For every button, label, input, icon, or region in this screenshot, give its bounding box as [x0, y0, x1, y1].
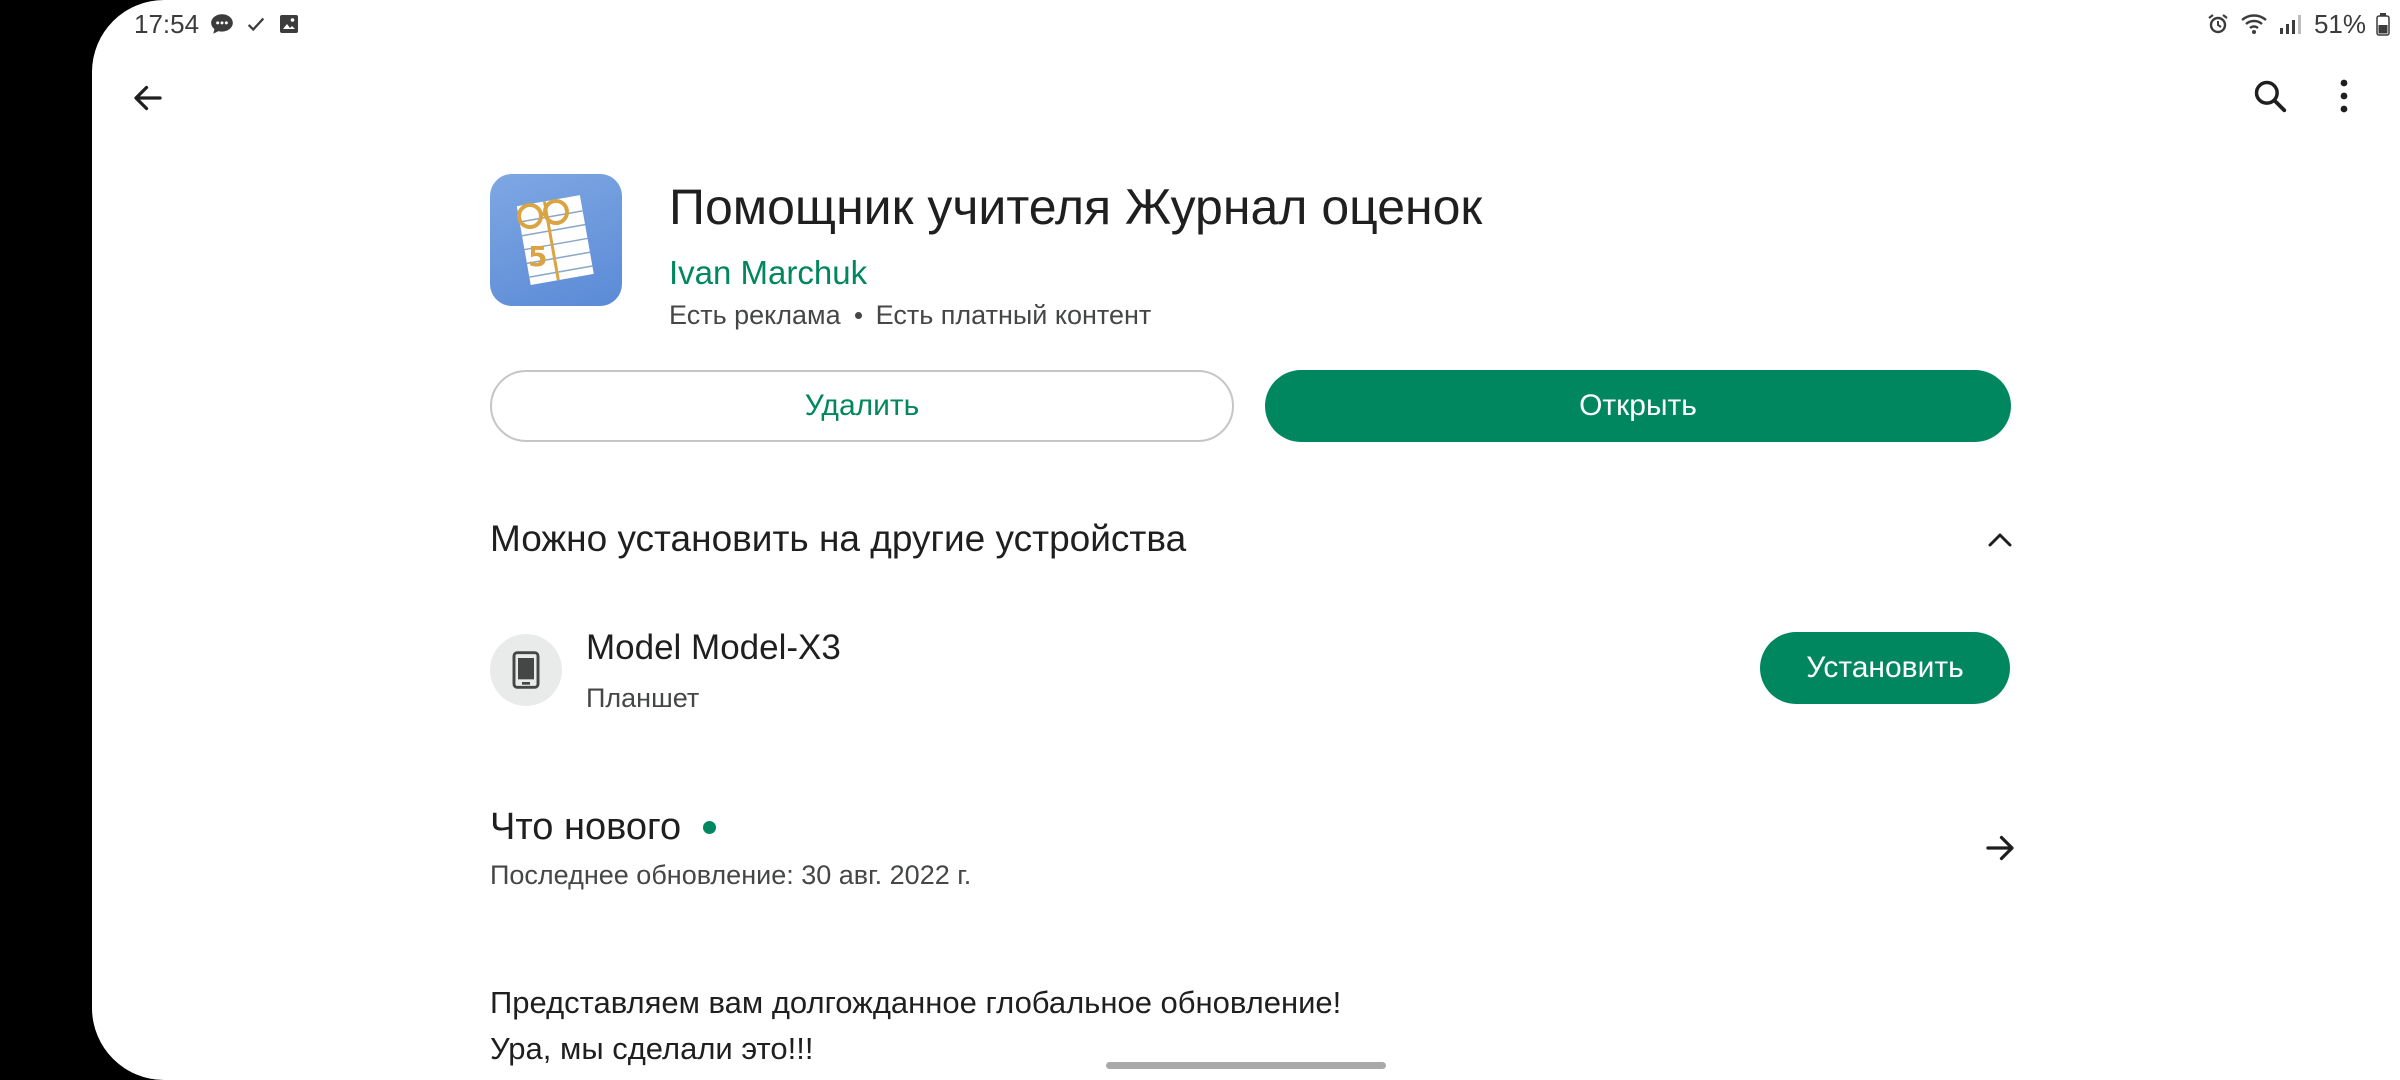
status-time: 17:54 [134, 8, 200, 39]
chat-icon [209, 11, 235, 37]
search-icon [2254, 80, 2287, 113]
back-button[interactable] [120, 70, 176, 126]
arrow-forward-icon [1986, 835, 2014, 861]
other-devices-title: Можно установить на другие устройства [490, 518, 1187, 559]
chevron-up-icon [1988, 533, 2012, 547]
release-notes-line: Представляем вам долгожданное глобальное… [490, 985, 1342, 1020]
navigation-handle[interactable] [1106, 1062, 1386, 1069]
device-type: Планшет [586, 683, 700, 713]
status-bar-right: 51% [2206, 8, 2390, 40]
app-meta: Есть реклама Есть платный контент [669, 300, 1151, 331]
app-title: Помощник учителя Журнал оценок [669, 179, 1483, 235]
gallery-icon [277, 12, 301, 36]
app-icon-grade: 5 [528, 240, 547, 273]
app-screen: 17:54 51% 5 Помощник учителя Журнал оцен… [92, 0, 2400, 1080]
developer-link[interactable]: Ivan Marchuk [669, 254, 867, 292]
whats-new-header[interactable]: Что нового [490, 806, 717, 849]
battery-percent: 51% [2313, 8, 2366, 39]
new-indicator-dot [703, 821, 717, 834]
whats-new-title: Что нового [490, 806, 682, 848]
paid-content-label: Есть платный контент [875, 300, 1152, 330]
device-name: Model Model-X3 [586, 628, 841, 667]
back-arrow-icon [134, 85, 162, 111]
ads-label: Есть реклама [669, 300, 841, 330]
device-avatar [490, 634, 562, 706]
check-icon [245, 13, 267, 35]
uninstall-button[interactable]: Удалить [490, 370, 1234, 442]
status-bar-left: 17:54 [134, 8, 301, 40]
release-notes: Представляем вам долгожданное глобальное… [490, 980, 1341, 1072]
battery-icon [2376, 12, 2390, 36]
last-update-label: Последнее обновление: 30 авг. 2022 г. [490, 860, 972, 890]
install-button[interactable]: Установить [1760, 632, 2010, 704]
whats-new-arrow-button[interactable] [1972, 820, 2028, 876]
collapse-button[interactable] [1972, 518, 2028, 562]
alarm-icon [2206, 12, 2230, 36]
more-vert-icon [2340, 79, 2348, 113]
more-options-button[interactable] [2324, 66, 2364, 126]
separator-dot [854, 312, 862, 319]
signal-icon [2278, 12, 2304, 36]
wifi-icon [2240, 12, 2268, 36]
search-button[interactable] [2240, 66, 2300, 126]
tablet-icon [512, 651, 540, 689]
open-button[interactable]: Открыть [1265, 370, 2011, 442]
app-icon: 5 [490, 174, 622, 306]
